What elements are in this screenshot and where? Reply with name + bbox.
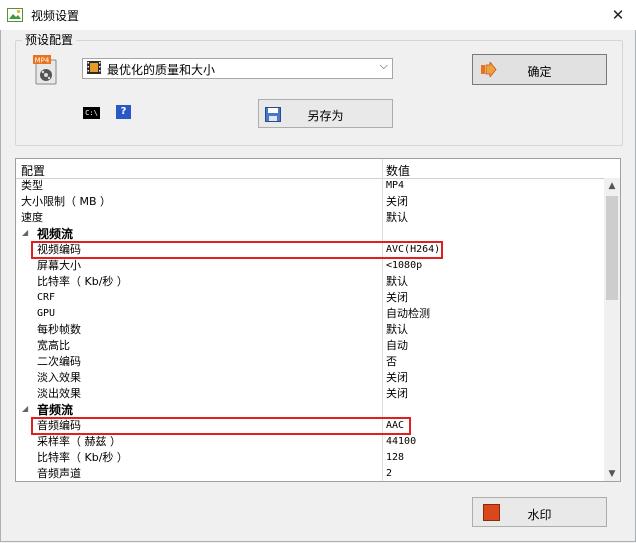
row-value[interactable]: 默认 [386,322,408,338]
window-title: 视频设置 [31,9,80,23]
row-value[interactable]: 自动 [386,338,408,354]
row-value[interactable]: 关闭 [386,290,408,306]
film-icon [87,61,101,74]
table-row[interactable]: 二次编码 否 [16,354,606,370]
row-value[interactable]: 自动检测 [386,306,430,322]
row-value[interactable]: 默认 [386,210,408,226]
highlight-box [31,417,411,435]
row-name: 音频流 [37,403,74,417]
row-name: 视频流 [37,227,74,241]
scroll-down-icon[interactable]: ▼ [604,466,620,481]
section-row[interactable]: ◢ 视频流 [16,226,606,242]
table-row[interactable]: 淡出效果 关闭 [16,386,606,402]
table-row[interactable]: CRF 关闭 [16,290,606,306]
scroll-up-icon[interactable]: ▲ [604,178,620,194]
row-name: 屏幕大小 [37,259,81,272]
row-name: 类型 [21,179,43,192]
preset-select[interactable]: 最优化的质量和大小 ⌵ [82,58,393,79]
title-bar [0,0,636,30]
row-value[interactable]: MP4 [386,178,404,194]
header-value: 数值 [386,164,411,178]
preset-select-value: 最优化的质量和大小 [107,63,216,77]
ok-button-label: 确定 [527,65,552,79]
table-row[interactable]: 速度 默认 [16,210,606,226]
table-row[interactable]: 类型 MP4 [16,178,606,194]
watermark-label: 水印 [527,508,552,522]
table-row[interactable]: 大小限制（ MB ） 关闭 [16,194,606,210]
watermark-button[interactable]: 水印 [472,497,607,527]
svg-text:MP4: MP4 [35,57,50,65]
preset-group-label: 预设配置 [22,31,77,48]
row-name: CRF [37,292,56,303]
table-row[interactable]: 每秒帧数 默认 [16,322,606,338]
settings-table: 配置 数值 类型 MP4 大小限制（ MB ）关闭 速度 默认 ◢ 视频流 视频编码 AVC(H… [15,158,621,482]
row-name: 比特率（ Kb/秒 ） [37,275,128,288]
row-value[interactable]: <1080p [386,258,422,274]
table-row[interactable]: 淡入效果 关闭 [16,370,606,386]
row-name: 比特率（ Kb/秒 ） [37,451,128,464]
save-as-label: 另存为 [307,109,344,123]
highlight-box [31,241,443,259]
row-name: 大小限制（ MB ） [21,195,112,208]
header-config: 配置 [21,164,46,178]
row-name: 速度 [21,211,43,224]
table-row[interactable]: 屏幕大小 <1080p [16,258,606,274]
row-value[interactable]: 128 [386,450,404,466]
row-name: 采样率（ 赫兹 ） [37,435,121,448]
help-icon[interactable]: ? [116,105,131,119]
table-row[interactable]: 宽高比 自动 [16,338,606,354]
scroll-thumb[interactable] [606,196,618,300]
row-value[interactable]: 关闭 [386,370,408,386]
chevron-down-icon: ⌵ [379,59,388,72]
collapse-triangle-icon[interactable]: ◢ [22,404,28,413]
row-value[interactable]: 2 [386,466,392,481]
table-header: 配置 数值 [16,159,620,179]
row-value[interactable]: 否 [386,354,397,370]
vertical-scrollbar[interactable]: ▲ ▼ [604,178,620,481]
ok-button[interactable]: 确定 [472,54,607,85]
row-name: 二次编码 [37,355,81,368]
table-row[interactable]: 音频声道 2 [16,466,606,481]
table-row[interactable]: 采样率（ 赫兹 ） 44100 [16,434,606,450]
table-row[interactable]: 比特率（ Kb/秒 ） 128 [16,450,606,466]
command-line-icon[interactable]: C:\ [83,107,100,119]
row-name: GPU [37,308,56,319]
table-row[interactable]: GPU 自动检测 [16,306,606,322]
close-button[interactable]: ✕ [601,2,635,28]
row-value[interactable]: 44100 [386,434,416,450]
row-name: 淡出效果 [37,387,81,400]
row-name: 淡入效果 [37,371,81,384]
row-name: 每秒帧数 [37,323,81,336]
row-value[interactable]: 关闭 [386,386,408,402]
collapse-triangle-icon[interactable]: ◢ [22,228,28,237]
row-value[interactable]: 默认 [386,274,408,290]
row-name: 音频声道 [37,467,81,480]
table-row[interactable]: 比特率（ Kb/秒 ） 默认 [16,274,606,290]
section-row[interactable]: ◢ 音频流 [16,402,606,418]
save-as-button[interactable]: 另存为 [258,99,393,128]
row-value[interactable]: 关闭 [386,194,408,210]
app-icon [7,7,23,23]
row-name: 宽高比 [37,339,70,352]
mp4-format-icon: MP4 [33,55,60,85]
